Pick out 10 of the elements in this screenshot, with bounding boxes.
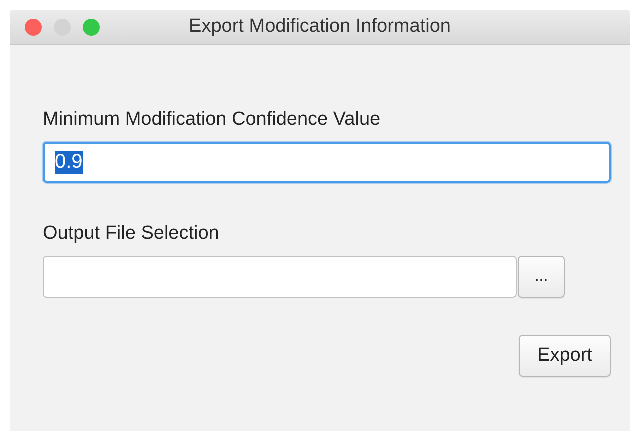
export-button[interactable]: Export (519, 335, 611, 377)
output-file-field[interactable] (43, 256, 517, 298)
zoom-button[interactable] (83, 18, 100, 36)
window-title: Export Modification Information (189, 16, 451, 37)
field-label: Output File Selection (43, 223, 220, 245)
field-label: Minimum Modification Confidence Value (43, 109, 382, 131)
confidence-field[interactable]: 0.9 (43, 142, 611, 183)
field-value: 0.9 (55, 151, 83, 174)
browse-button[interactable]: ... (518, 256, 565, 298)
close-button[interactable] (25, 18, 42, 36)
